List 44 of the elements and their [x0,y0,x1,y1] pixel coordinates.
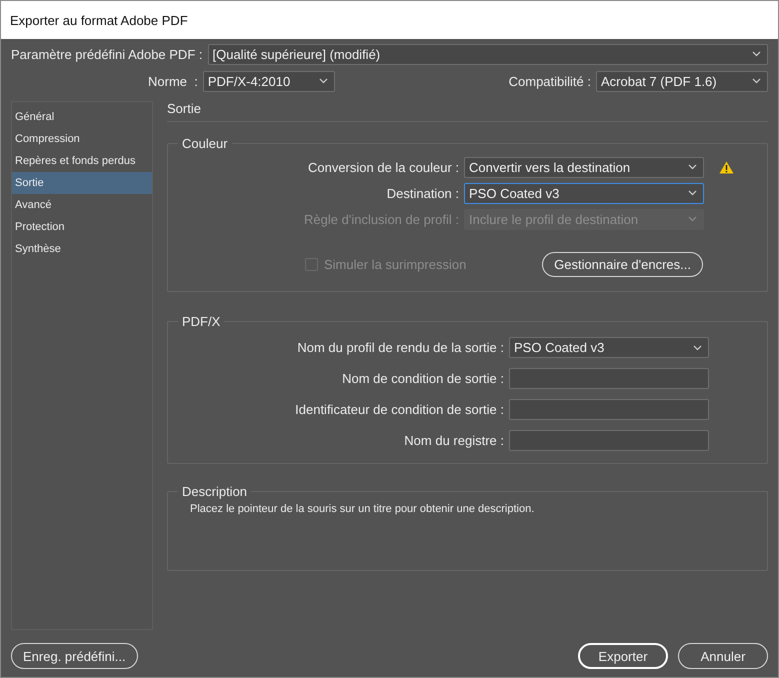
preset-label: Paramètre prédéfini Adobe PDF : [11,46,202,62]
section-title: Sortie [167,101,768,122]
chevron-down-icon [688,164,697,170]
chevron-down-icon [752,51,761,57]
sidebar-item[interactable]: Sortie [12,172,152,194]
chevron-down-icon [693,344,702,350]
sidebar-item[interactable]: Repères et fonds perdus [12,150,152,172]
field-label: Identificateur de condition de sortie : [294,402,505,417]
chevron-down-icon [318,78,328,84]
description-text: Placez le pointeur de la souris sur un titre pour obtenir une description. [189,502,536,515]
chevron-down-icon [752,78,761,84]
window-title: Exporter au format Adobe PDF [10,12,188,28]
group-title: Description [181,484,248,499]
ink-manager-button[interactable]: Gestionnaire d'encres... [542,252,703,277]
save-preset-button[interactable]: Enreg. prédéfini... [11,643,138,669]
group-title: Couleur [181,136,229,151]
cancel-button[interactable]: Annuler [678,643,768,669]
field-label: Nom du profil de rendu de la sortie : [296,340,505,355]
compatibility-dropdown[interactable]: Acrobat 7 (PDF 1.6) [596,70,768,92]
export-button[interactable]: Exporter [578,643,668,669]
chevron-down-icon [688,216,697,222]
field-label: Nom du registre : [403,433,505,448]
sidebar-item[interactable]: Compression [12,128,152,150]
input-field[interactable] [509,430,709,451]
dropdown[interactable]: PSO Coated v3 [464,182,704,204]
group-title: PDF/X [181,314,222,329]
standard-label: Norme : [148,74,198,88]
field-label: Destination : [386,186,460,200]
dropdown[interactable]: Convertir vers la destination [464,156,704,178]
sidebar-item[interactable]: Synthèse [12,238,152,260]
checkbox-label: Simuler la surimpression [324,257,466,272]
field-label: Conversion de la couleur : [306,160,460,174]
input-field[interactable] [509,399,709,420]
preset-dropdown[interactable]: [Qualité supérieure] (modifié) [208,44,768,64]
compatibility-label: Compatibilité : [508,74,591,88]
dropdown[interactable]: PSO Coated v3 [509,337,709,358]
sidebar-item[interactable]: Avancé [12,194,152,216]
sidebar-item[interactable]: Général [12,106,152,128]
field-label: Règle d'inclusion de profil : [303,212,460,226]
sidebar-item[interactable]: Protection [12,216,152,238]
input-field[interactable] [509,368,709,389]
chevron-down-icon [688,190,697,196]
field-label: Nom de condition de sortie : [341,371,505,386]
standard-dropdown[interactable]: PDF/X-4:2010 [202,70,335,92]
